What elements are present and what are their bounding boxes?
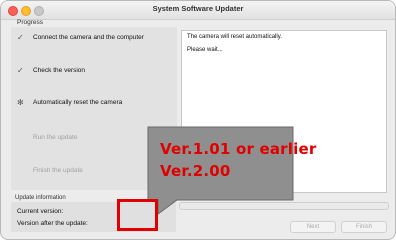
callout-balloon <box>147 126 294 215</box>
version-highlight-box <box>117 199 158 231</box>
callout-text-line1: Ver.1.01 or earlier <box>160 140 317 158</box>
callout-text-line2: Ver.2.00 <box>160 162 231 180</box>
